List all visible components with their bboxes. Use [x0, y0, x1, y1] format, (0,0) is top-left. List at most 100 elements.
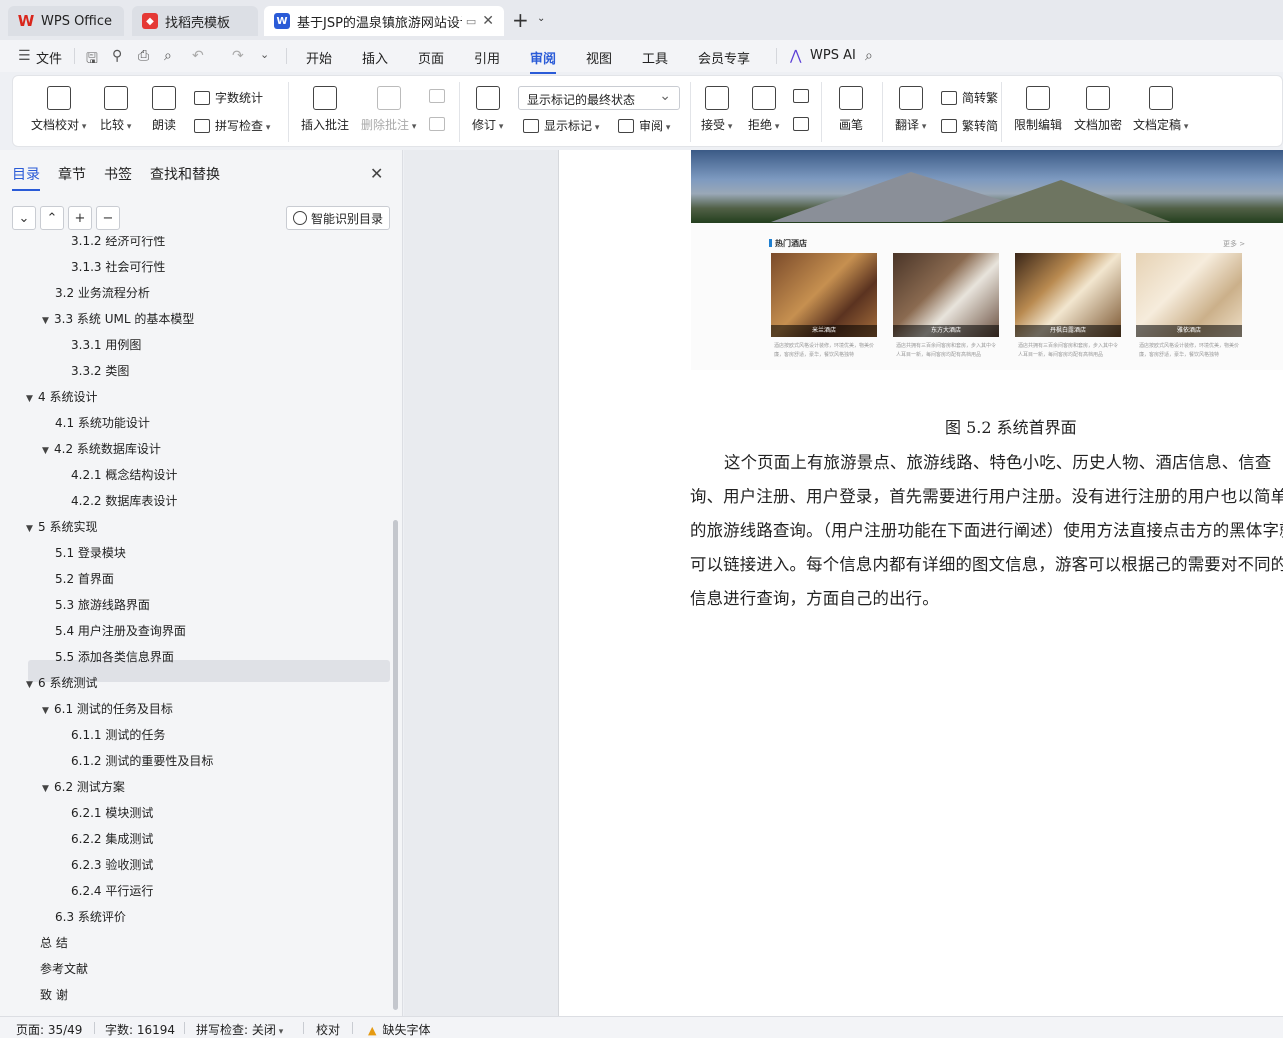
tab-find-replace[interactable]: 查找和替换 — [150, 164, 220, 184]
chevron-down-icon[interactable]: ⌄ — [537, 13, 545, 24]
toc-item[interactable]: 4.2.1 概念结构设计 — [71, 464, 177, 486]
body-paragraph[interactable]: 这个页面上有旅游景点、旅游线路、特色小吃、历史人物、酒店信息、信查询、用户注册、… — [690, 446, 1283, 616]
print-icon[interactable]: ⎙ — [138, 48, 149, 64]
tab-sections[interactable]: 章节 — [58, 164, 86, 184]
save-icon[interactable]: 🖫 — [86, 48, 98, 72]
expand-arrow-icon[interactable]: ▼ — [42, 700, 54, 722]
next-comment-button[interactable] — [429, 117, 450, 131]
screen-icon[interactable]: ▭ — [466, 15, 476, 28]
toc-item[interactable]: ▼ 6.1 测试的任务及目标 — [42, 698, 173, 720]
toc-item[interactable]: 参考文献 — [40, 958, 88, 980]
page-indicator[interactable]: 页面: 35/49 — [16, 1021, 82, 1038]
missing-font-status[interactable]: ▲ 缺失字体 — [368, 1021, 430, 1038]
expand-arrow-icon[interactable]: ▼ — [42, 310, 54, 332]
remove-heading-icon[interactable]: − — [96, 206, 120, 230]
toc-item[interactable]: ▼ 3.3 系统 UML 的基本模型 — [42, 308, 194, 330]
menu-tools[interactable]: 工具 — [642, 48, 668, 67]
menu-view[interactable]: 视图 — [586, 48, 612, 67]
toc-scrollbar[interactable] — [393, 520, 398, 1010]
menu-wps-ai[interactable]: WPS AI — [810, 48, 856, 63]
tab-document[interactable]: W 基于JSP的温泉镇旅游网站设计 ▭ ✕ — [264, 6, 504, 36]
undo-icon[interactable]: ↶ — [192, 48, 204, 64]
smart-toc-button[interactable]: 智能识别目录 — [286, 206, 390, 230]
word-count-button[interactable]: 字数统计 — [194, 89, 263, 106]
compare-button[interactable]: 比较 — [100, 86, 131, 133]
close-tab-icon[interactable]: ✕ — [482, 13, 494, 29]
toc-item[interactable]: ▼ 4.2 系统数据库设计 — [42, 438, 161, 460]
spell-check-button[interactable]: 拼写检查 — [194, 117, 270, 134]
toc-item[interactable]: 6.1.2 测试的重要性及目标 — [71, 750, 213, 772]
toc-item[interactable]: 6.3 系统评价 — [55, 906, 126, 928]
toc-item[interactable]: ▼ 6 系统测试 — [26, 672, 97, 694]
toc-item[interactable]: 6.2.2 集成测试 — [71, 828, 153, 850]
reject-button[interactable]: 拒绝 — [748, 86, 779, 133]
toc-item[interactable]: ▼ 4 系统设计 — [26, 386, 97, 408]
more-chevron-icon[interactable]: ⌄ — [260, 48, 269, 61]
toc-item[interactable]: 3.3.1 用例图 — [71, 334, 141, 356]
new-tab-icon[interactable]: + — [512, 10, 529, 30]
toc-item[interactable]: 3.1.3 社会可行性 — [71, 256, 165, 278]
hamburger-icon[interactable]: ☰ — [18, 48, 31, 64]
finalize-button[interactable]: 文档定稿 — [1133, 86, 1188, 133]
tab-docer-templates[interactable]: ◆ 找稻壳模板 — [132, 6, 258, 36]
toc-item[interactable]: 5.1 登录模块 — [55, 542, 126, 564]
toc-item[interactable]: 5.2 首界面 — [55, 568, 114, 590]
to-traditional-button[interactable]: 简转繁 — [941, 89, 998, 106]
expand-arrow-icon[interactable]: ▼ — [42, 440, 54, 462]
tab-toc[interactable]: 目录 — [12, 164, 40, 191]
prev-change-button[interactable] — [793, 89, 814, 103]
menu-page[interactable]: 页面 — [418, 48, 444, 67]
markup-state-select[interactable]: 显示标记的最终状态 — [518, 86, 680, 110]
accept-button[interactable]: 接受 — [701, 86, 732, 133]
track-changes-button[interactable]: 修订 — [472, 86, 503, 133]
next-change-button[interactable] — [793, 117, 814, 131]
menu-insert[interactable]: 插入 — [362, 48, 388, 67]
restrict-edit-button[interactable]: 限制编辑 — [1014, 86, 1062, 133]
print-preview-icon[interactable]: ⌕ — [164, 48, 172, 64]
word-count-indicator[interactable]: 字数: 16194 — [105, 1021, 175, 1038]
delete-comment-button[interactable]: 删除批注 — [361, 86, 416, 133]
toc-item[interactable]: 致 谢 — [40, 984, 68, 1006]
doc-check-button[interactable]: 文档校对 — [31, 86, 86, 133]
expand-down-icon[interactable]: ⌄ — [12, 206, 36, 230]
ink-button[interactable]: 画笔 — [839, 86, 863, 133]
share-icon[interactable]: ⚲ — [112, 48, 122, 64]
to-simplified-button[interactable]: 繁转简 — [941, 117, 998, 134]
expand-arrow-icon[interactable]: ▼ — [42, 778, 54, 800]
toc-item[interactable]: 3.2 业务流程分析 — [55, 282, 150, 304]
toc-item[interactable]: 5.5 添加各类信息界面 — [55, 646, 174, 668]
translate-button[interactable]: 翻译 — [895, 86, 926, 133]
toc-item[interactable]: ▼ 5 系统实现 — [26, 516, 97, 538]
toc-item[interactable]: 3.3.2 类图 — [71, 360, 129, 382]
redo-icon[interactable]: ↷ — [232, 48, 244, 64]
review-pane-button[interactable]: 审阅 — [618, 117, 670, 134]
toc-item[interactable]: 4.2.2 数据库表设计 — [71, 490, 177, 512]
search-icon[interactable]: ⌕ — [865, 48, 873, 64]
collapse-up-icon[interactable]: ⌃ — [40, 206, 64, 230]
toc-item[interactable]: 6.2.3 验收测试 — [71, 854, 153, 876]
toc-item[interactable]: 3.1.2 经济可行性 — [71, 236, 165, 252]
menu-membership[interactable]: 会员专享 — [698, 48, 750, 67]
toc-item[interactable]: 4.1 系统功能设计 — [55, 412, 150, 434]
expand-arrow-icon[interactable]: ▼ — [26, 674, 38, 696]
menu-review[interactable]: 审阅 — [530, 48, 557, 74]
toc-item[interactable]: ▼ 6.2 测试方案 — [42, 776, 125, 798]
spell-check-status[interactable]: 拼写检查: 关闭 — [196, 1021, 283, 1038]
read-aloud-button[interactable]: 朗读 — [152, 86, 176, 133]
show-markup-button[interactable]: 显示标记 — [523, 117, 599, 134]
add-heading-icon[interactable]: + — [68, 206, 92, 230]
proof-status[interactable]: 校对 — [316, 1021, 340, 1038]
close-pane-icon[interactable]: ✕ — [370, 164, 383, 183]
menu-file[interactable]: 文件 — [36, 48, 62, 67]
expand-arrow-icon[interactable]: ▼ — [26, 518, 38, 540]
toc-item[interactable]: 总 结 — [40, 932, 68, 954]
toc-item[interactable]: 6.2.1 模块测试 — [71, 802, 153, 824]
encrypt-button[interactable]: 文档加密 — [1074, 86, 1122, 133]
toc-item[interactable]: 6.1.1 测试的任务 — [71, 724, 165, 746]
toc-item[interactable]: 5.4 用户注册及查询界面 — [55, 620, 186, 642]
menu-reference[interactable]: 引用 — [474, 48, 500, 67]
insert-comment-button[interactable]: 插入批注 — [301, 86, 349, 133]
tab-wps-office[interactable]: W WPS Office — [8, 6, 124, 36]
toc-item[interactable]: 6.2.4 平行运行 — [71, 880, 153, 902]
tab-bookmarks[interactable]: 书签 — [104, 164, 132, 184]
